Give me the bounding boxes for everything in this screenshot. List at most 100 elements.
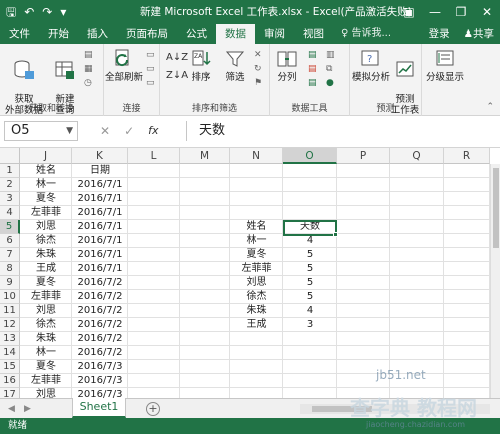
cell-j1[interactable]: 姓名 [20, 164, 72, 178]
row-header-8[interactable]: 8 [0, 262, 20, 276]
cell-k15[interactable]: 2016/7/3 [72, 360, 128, 374]
filter-button[interactable]: 筛选 [220, 48, 250, 83]
cell-k10[interactable]: 2016/7/2 [72, 290, 128, 304]
cell-k2[interactable]: 2016/7/1 [72, 178, 128, 192]
text-to-columns-button[interactable]: 分列 [272, 48, 302, 83]
cell-j15[interactable]: 夏冬 [20, 360, 72, 374]
cell-j3[interactable]: 夏冬 [20, 192, 72, 206]
column-header-r[interactable]: R [444, 148, 490, 164]
row-header-16[interactable]: 16 [0, 374, 20, 388]
cell-k7[interactable]: 2016/7/1 [72, 248, 128, 262]
cell-k6[interactable]: 2016/7/1 [72, 234, 128, 248]
cell-n7[interactable]: 夏冬 [230, 248, 283, 262]
sheet-tab-sheet1[interactable]: Sheet1 [72, 398, 126, 418]
minimize-icon[interactable]: — [422, 0, 448, 24]
column-header-j[interactable]: J [20, 148, 72, 164]
cell-n9[interactable]: 刘思 [230, 276, 283, 290]
add-sheet-button[interactable]: + [146, 402, 160, 416]
row-header-1[interactable]: 1 [0, 164, 20, 178]
cell-k1[interactable]: 日期 [72, 164, 128, 178]
column-header-p[interactable]: P [337, 148, 390, 164]
column-header-l[interactable]: L [128, 148, 180, 164]
remove-duplicates-icon[interactable]: ▤ [308, 64, 317, 74]
formula-input[interactable]: 天数 [186, 121, 494, 141]
cell-j13[interactable]: 朱珠 [20, 332, 72, 346]
data-model-icon[interactable]: ● [326, 78, 334, 88]
cell-k4[interactable]: 2016/7/1 [72, 206, 128, 220]
restore-icon[interactable]: ❐ [448, 0, 474, 24]
column-header-k[interactable]: K [72, 148, 128, 164]
recent-sources-icon[interactable]: ◷ [84, 78, 92, 88]
cell-k5[interactable]: 2016/7/1 [72, 220, 128, 234]
column-header-n[interactable]: N [230, 148, 283, 164]
vertical-scroll-thumb[interactable] [493, 168, 499, 248]
cell-j4[interactable]: 左菲菲 [20, 206, 72, 220]
cell-j11[interactable]: 刘思 [20, 304, 72, 318]
clear-filter-icon[interactable]: ✕ [254, 50, 262, 60]
row-header-17[interactable]: 17 [0, 388, 20, 398]
column-header-q[interactable]: Q [390, 148, 444, 164]
cell-k13[interactable]: 2016/7/2 [72, 332, 128, 346]
enter-icon[interactable]: ✓ [124, 121, 134, 141]
cell-j7[interactable]: 朱珠 [20, 248, 72, 262]
cell-o9[interactable]: 5 [283, 276, 337, 290]
row-header-7[interactable]: 7 [0, 248, 20, 262]
cell-o6[interactable]: 4 [283, 234, 337, 248]
cell-o8[interactable]: 5 [283, 262, 337, 276]
tab-formulas[interactable]: 公式 [177, 24, 216, 44]
edit-links-icon[interactable]: ▭ [146, 78, 155, 88]
tab-insert[interactable]: 插入 [78, 24, 117, 44]
cell-j6[interactable]: 徐杰 [20, 234, 72, 248]
share-button[interactable]: ♟共享 [464, 24, 494, 44]
tab-data[interactable]: 数据 [216, 24, 255, 44]
sort-button[interactable]: ZA 排序 [186, 48, 216, 83]
show-queries-icon[interactable]: ▤ [84, 50, 93, 60]
cell-o11[interactable]: 4 [283, 304, 337, 318]
column-header-m[interactable]: M [180, 148, 230, 164]
connections-icon[interactable]: ▭ [146, 50, 155, 60]
flash-fill-icon[interactable]: ▤ [308, 50, 317, 60]
name-box[interactable]: O5 ▼ [4, 121, 78, 141]
row-header-13[interactable]: 13 [0, 332, 20, 346]
row-header-12[interactable]: 12 [0, 318, 20, 332]
cell-j16[interactable]: 左菲菲 [20, 374, 72, 388]
undo-icon[interactable]: ↶ [24, 0, 34, 24]
row-header-15[interactable]: 15 [0, 360, 20, 374]
properties-icon[interactable]: ▭ [146, 64, 155, 74]
cell-k17[interactable]: 2016/7/3 [72, 388, 128, 398]
tab-page-layout[interactable]: 页面布局 [117, 24, 177, 44]
cell-n8[interactable]: 左菲菲 [230, 262, 283, 276]
collapse-ribbon-icon[interactable]: ⌃ [486, 102, 494, 112]
cell-n11[interactable]: 朱珠 [230, 304, 283, 318]
cell-k14[interactable]: 2016/7/2 [72, 346, 128, 360]
outline-button[interactable]: 分级显示 [422, 48, 468, 83]
relationships-icon[interactable]: ⧉ [326, 64, 332, 74]
login-link[interactable]: 登录 [429, 24, 450, 44]
cell-k12[interactable]: 2016/7/2 [72, 318, 128, 332]
row-header-10[interactable]: 10 [0, 290, 20, 304]
select-all-corner[interactable] [0, 148, 20, 164]
tab-review[interactable]: 审阅 [255, 24, 294, 44]
refresh-all-button[interactable]: 全部刷新 [104, 48, 144, 83]
cell-k16[interactable]: 2016/7/3 [72, 374, 128, 388]
row-header-2[interactable]: 2 [0, 178, 20, 192]
cell-j12[interactable]: 徐杰 [20, 318, 72, 332]
ribbon-display-icon[interactable]: ▣ [396, 0, 422, 24]
cell-k9[interactable]: 2016/7/2 [72, 276, 128, 290]
column-header-o[interactable]: O [283, 148, 337, 164]
from-table-icon[interactable]: ▦ [84, 64, 93, 74]
cell-k11[interactable]: 2016/7/2 [72, 304, 128, 318]
advanced-filter-icon[interactable]: ⚑ [254, 78, 262, 88]
cell-j17[interactable]: 刘思 [20, 388, 72, 398]
close-icon[interactable]: ✕ [474, 0, 500, 24]
cell-k3[interactable]: 2016/7/1 [72, 192, 128, 206]
row-header-11[interactable]: 11 [0, 304, 20, 318]
fill-handle[interactable] [333, 232, 338, 237]
tab-home[interactable]: 开始 [39, 24, 78, 44]
what-if-button[interactable]: ? 模拟分析 [352, 48, 390, 83]
cell-j5[interactable]: 刘思 [20, 220, 72, 234]
sort-za-icon[interactable]: Z↓A [166, 70, 188, 81]
chevron-down-icon[interactable]: ▼ [66, 122, 73, 140]
cell-n6[interactable]: 林一 [230, 234, 283, 248]
row-header-3[interactable]: 3 [0, 192, 20, 206]
